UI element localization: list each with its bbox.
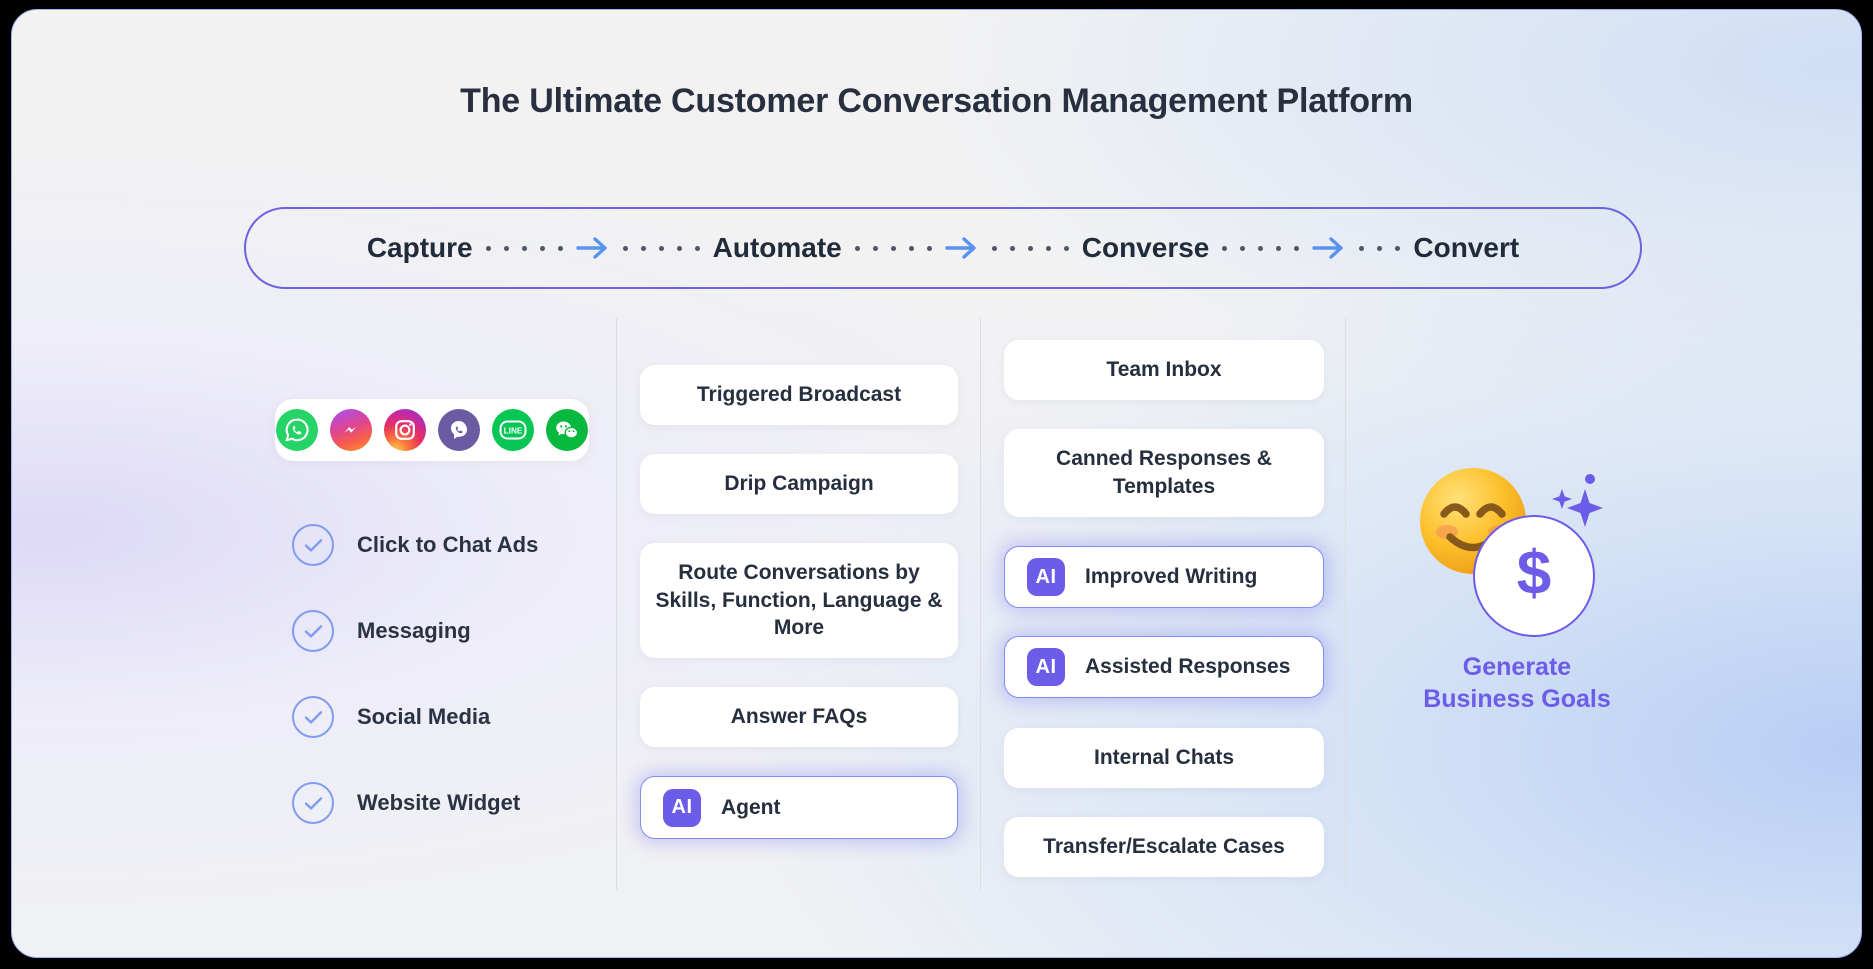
journey-stepper: Capture Automate Converse Convert (244, 207, 1642, 289)
column-divider (980, 318, 981, 890)
stepper-step-automate[interactable]: Automate (713, 232, 842, 264)
dot (1395, 245, 1401, 251)
card-label: Canned Responses & Templates (1056, 447, 1272, 498)
card-label: Improved Writing (1085, 565, 1258, 589)
dot (1240, 245, 1246, 251)
currency-symbol: $ (1516, 539, 1552, 608)
dot (1276, 245, 1282, 251)
automate-card-ai-agent[interactable]: AI Agent (640, 776, 958, 839)
check-circle-icon (292, 524, 334, 566)
card-label: Internal Chats (1093, 746, 1235, 770)
stepper-step-converse[interactable]: Converse (1082, 232, 1210, 264)
converse-card-transfer-escalate[interactable]: Transfer/Escalate Cases (1004, 817, 1324, 877)
stepper-separator-1 (473, 235, 713, 261)
dot (539, 245, 545, 251)
converse-card-assisted-responses[interactable]: AI Assisted Responses (1004, 636, 1324, 698)
wechat-icon[interactable] (546, 409, 588, 451)
stepper-step-capture[interactable]: Capture (367, 232, 473, 264)
page-title: The Ultimate Customer Conversation Manag… (460, 82, 1413, 120)
svg-text:LINE: LINE (504, 426, 523, 435)
arrow-right-icon (1312, 237, 1344, 259)
convert-section: $ Generate Business Goals (1402, 465, 1632, 715)
instagram-icon[interactable] (384, 409, 426, 451)
automate-card-route-conversations[interactable]: Route Conversations by Skills, Function,… (640, 543, 958, 658)
dot (694, 245, 700, 251)
converse-card-team-inbox[interactable]: Team Inbox (1004, 340, 1324, 400)
list-item[interactable]: Click to Chat Ads (292, 502, 622, 588)
card-label: Answer FAQs (730, 705, 868, 729)
check-circle-icon (292, 696, 334, 738)
viber-icon[interactable] (438, 409, 480, 451)
dot (926, 245, 932, 251)
dot (503, 245, 509, 251)
stepper-separator-3 (1209, 235, 1413, 261)
dot (676, 245, 682, 251)
dot (1377, 245, 1383, 251)
dot (1222, 245, 1228, 251)
check-circle-icon (292, 610, 334, 652)
list-item-label: Messaging (357, 618, 471, 643)
list-item-label: Website Widget (357, 790, 521, 815)
convert-label-line2: Business Goals (1423, 684, 1611, 713)
ai-badge-icon: AI (663, 788, 701, 827)
converse-card-improved-writing[interactable]: AI Improved Writing (1004, 546, 1324, 608)
dot (854, 245, 860, 251)
convert-illustration: $ (1417, 465, 1617, 640)
ai-badge-icon: AI (1027, 648, 1065, 686)
dot (1045, 245, 1051, 251)
dot (872, 245, 878, 251)
card-label: Team Inbox (1106, 358, 1222, 382)
list-item[interactable]: Website Widget (292, 760, 622, 846)
dot (1063, 245, 1069, 251)
dot (890, 245, 896, 251)
stepper-step-convert[interactable]: Convert (1413, 232, 1519, 264)
dollar-coin-icon: $ (1473, 515, 1595, 637)
automate-card-answer-faqs[interactable]: Answer FAQs (640, 687, 958, 747)
dot (1359, 245, 1365, 251)
capture-feature-list: Click to Chat Ads Messaging Social Media… (292, 502, 622, 846)
convert-label: Generate Business Goals (1402, 652, 1632, 715)
whatsapp-icon[interactable] (276, 409, 318, 451)
screenshot-root: The Ultimate Customer Conversation Manag… (0, 0, 1873, 969)
converse-card-internal-chats[interactable]: Internal Chats (1004, 728, 1324, 788)
card-label: Route Conversations by Skills, Function,… (655, 560, 943, 640)
card-label: Assisted Responses (1085, 655, 1291, 679)
automate-card-drip-campaign[interactable]: Drip Campaign (640, 454, 958, 514)
messenger-icon[interactable] (330, 409, 372, 451)
card-label: Agent (721, 795, 781, 819)
check-circle-icon (292, 782, 334, 824)
channel-icons-strip: LINE (275, 399, 589, 461)
arrow-right-icon (575, 237, 607, 259)
dot (908, 245, 914, 251)
dot (1027, 245, 1033, 251)
convert-label-line1: Generate (1462, 653, 1572, 681)
ai-badge-icon: AI (1027, 558, 1065, 596)
converse-card-canned-responses[interactable]: Canned Responses & Templates (1004, 429, 1324, 517)
list-item-label: Click to Chat Ads (357, 532, 539, 557)
card-label: Transfer/Escalate Cases (1043, 835, 1285, 859)
dot (622, 245, 628, 251)
stepper-separator-2 (842, 235, 1082, 261)
dot (1294, 245, 1300, 251)
dot (640, 245, 646, 251)
dot (557, 245, 563, 251)
dot (1009, 245, 1015, 251)
dot (521, 245, 527, 251)
card-label: Triggered Broadcast (696, 383, 902, 407)
dot (485, 245, 491, 251)
platform-overview-card: The Ultimate Customer Conversation Manag… (11, 9, 1862, 958)
column-divider (1345, 318, 1346, 890)
dot (658, 245, 664, 251)
dot (991, 245, 997, 251)
list-item-label: Social Media (357, 704, 491, 729)
list-item[interactable]: Messaging (292, 588, 622, 674)
card-label: Drip Campaign (724, 472, 874, 496)
arrow-right-icon (945, 237, 976, 259)
line-icon[interactable]: LINE (492, 409, 534, 451)
dot (1258, 245, 1264, 251)
list-item[interactable]: Social Media (292, 674, 622, 760)
automate-card-triggered-broadcast[interactable]: Triggered Broadcast (640, 365, 958, 425)
